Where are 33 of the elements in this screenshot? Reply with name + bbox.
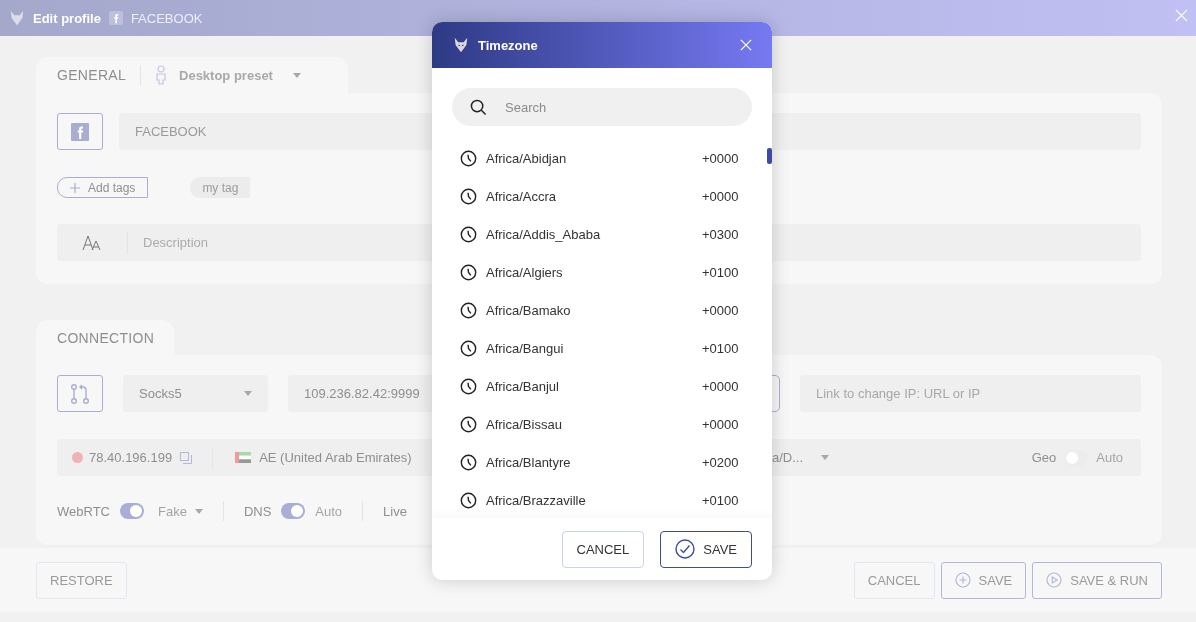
utc-offset: +0000	[702, 416, 740, 432]
country-name: AE (United Arab Emirates)	[259, 450, 412, 465]
timezone-name: Africa/Abidjan	[486, 150, 568, 166]
webrtc-label: WebRTC	[57, 503, 110, 519]
timezone-name: Africa/Brazzaville	[486, 492, 587, 508]
ip-address: 78.40.196.199	[89, 450, 173, 465]
profile-name: FACEBOOK	[130, 10, 203, 26]
dns-label: DNS	[243, 503, 272, 519]
utc-offset: +0200	[702, 454, 740, 470]
timezone-name: Africa/Bissau	[486, 416, 563, 432]
utc-offset: +0000	[702, 378, 740, 394]
timezone-name: Africa/Addis_Ababa	[486, 226, 602, 242]
utc-offset: +0300	[702, 226, 740, 242]
utc-offset: +0100	[702, 492, 740, 508]
section-title: GENERAL	[57, 67, 126, 83]
window-title: Edit profile	[33, 10, 101, 26]
timezone-name: Africa/Banjul	[486, 378, 560, 394]
timezone-name: Africa/Algiers	[486, 264, 564, 280]
geo-mode: Auto	[1096, 450, 1123, 465]
utc-offset: +0100	[702, 264, 740, 280]
dns-mode: Auto	[315, 503, 343, 519]
utc-offset: +0100	[702, 340, 740, 356]
geo-label: Geo	[1031, 450, 1057, 465]
utc-offset: +0000	[702, 302, 740, 318]
utc-offset: +0000	[702, 188, 740, 204]
timezone-name: Africa/Bangui	[486, 340, 565, 356]
timezone-name: Africa/Bamako	[486, 302, 572, 318]
timezone-name: Africa/Blantyre	[486, 454, 572, 470]
utc-offset: +0000	[702, 150, 740, 166]
dialog-title: Timezone	[478, 37, 538, 53]
timezone-name: Africa/Accra	[486, 188, 558, 204]
live-label: Live	[383, 503, 407, 519]
section-title: CONNECTION	[57, 329, 155, 346]
